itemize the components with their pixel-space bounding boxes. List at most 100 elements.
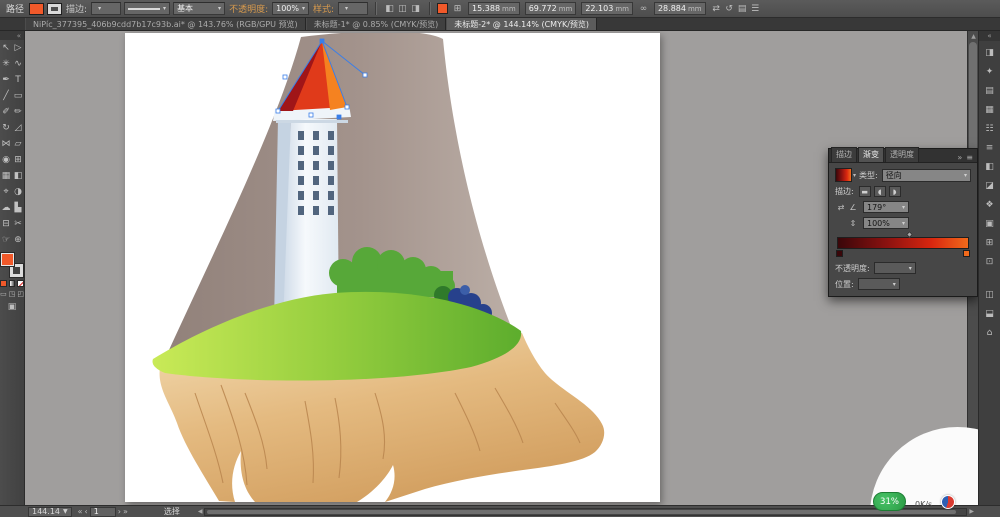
align-icon[interactable]: ◧ [383, 2, 396, 15]
perspective-grid-tool[interactable]: ⊞ [12, 152, 24, 168]
hand-tool[interactable]: ☞ [0, 232, 12, 248]
gradient-stroke-option-icon[interactable]: ◖ [874, 186, 886, 197]
toolbar-collapse-icon[interactable]: « [0, 31, 24, 40]
style-dropdown[interactable]: ▾ [338, 2, 368, 15]
panel-menu-icon[interactable]: ≡ [966, 153, 973, 162]
draw-mode-icon[interactable]: ◰ [17, 290, 24, 298]
scale-tool[interactable]: ◿ [12, 120, 24, 136]
color-guide-panel-icon[interactable]: ✦ [982, 64, 998, 79]
eyedropper-tool[interactable]: ⌖ [0, 184, 12, 200]
variable-width-dropdown[interactable]: ▾ [124, 2, 170, 15]
gradient-stop-start[interactable] [836, 250, 843, 257]
document-setup-icon[interactable]: ⊞ [451, 2, 464, 15]
y-position-field[interactable]: 69.772mm [525, 2, 577, 15]
blend-tool[interactable]: ◑ [12, 184, 24, 200]
stroke-weight-label[interactable]: 描边: [66, 2, 87, 15]
stroke-panel-icon[interactable]: ≡ [982, 140, 998, 155]
info-panel-icon[interactable]: ⌂ [982, 325, 998, 340]
mesh-tool[interactable]: ▦ [0, 168, 12, 184]
stop-opacity-field[interactable]: ▾ [874, 262, 916, 274]
gradient-stop-end[interactable] [963, 250, 970, 257]
selection-tool[interactable]: ↖ [0, 40, 12, 56]
line-segment-tool[interactable]: ╱ [0, 88, 12, 104]
opacity-label[interactable]: 不透明度: [229, 2, 268, 15]
rectangle-tool[interactable]: ▭ [12, 88, 24, 104]
magic-wand-tool[interactable]: ✳ [0, 56, 12, 72]
fill-color-swatch[interactable] [29, 3, 44, 15]
control-bar-icon[interactable]: ↺ [723, 2, 736, 15]
tab-gradient[interactable]: 渐变 [858, 147, 884, 162]
gradient-bar[interactable] [837, 237, 969, 249]
shape-builder-tool[interactable]: ◉ [0, 152, 12, 168]
align-icon[interactable]: ◨ [409, 2, 422, 15]
width-tool[interactable]: ⋈ [0, 136, 12, 152]
tab-stroke[interactable]: 描边 [831, 147, 857, 162]
screen-mode-button[interactable]: ▣ [0, 302, 24, 312]
swatches-panel-icon[interactable]: ▤ [982, 83, 998, 98]
document-tab[interactable]: 未标题-2* @ 144.14% (CMYK/预览) [446, 18, 597, 30]
expand-panels-icon[interactable]: « [979, 31, 1000, 41]
scroll-right-icon[interactable]: ▶ [969, 508, 974, 515]
tab-transparency[interactable]: 透明度 [885, 147, 919, 162]
control-bar-icon[interactable]: ☰ [749, 2, 762, 15]
pencil-tool[interactable]: ✏ [12, 104, 24, 120]
panel-collapse-icon[interactable]: » [957, 153, 962, 162]
previous-artboard-button[interactable]: ‹ [85, 507, 88, 516]
zoom-tool[interactable]: ⊕ [12, 232, 24, 248]
gradient-slider[interactable] [837, 237, 969, 249]
scroll-left-icon[interactable]: ◀ [198, 508, 203, 515]
last-artboard-button[interactable]: » [123, 507, 128, 516]
pathfinder-panel-icon[interactable]: ⬓ [982, 306, 998, 321]
paintbrush-tool[interactable]: ✐ [0, 104, 12, 120]
align-panel-icon[interactable]: ◫ [982, 287, 998, 302]
gradient-angle-field[interactable]: 179°▾ [863, 201, 909, 213]
symbols-panel-icon[interactable]: ☷ [982, 121, 998, 136]
reverse-gradient-icon[interactable]: ⇄ [835, 203, 847, 212]
transparency-panel-icon[interactable]: ◪ [982, 178, 998, 193]
style-label[interactable]: 样式: [313, 2, 334, 15]
pen-tool[interactable]: ✒ [0, 72, 12, 88]
gradient-stroke-option-icon[interactable]: ▬ [859, 186, 871, 197]
color-panel-icon[interactable]: ◨ [982, 45, 998, 60]
direct-selection-tool[interactable]: ▷ [12, 40, 24, 56]
x-position-field[interactable]: 15.388mm [468, 2, 520, 15]
lasso-tool[interactable]: ∿ [12, 56, 24, 72]
link-dimensions-icon[interactable]: ∞ [637, 2, 650, 15]
draw-mode-icon[interactable]: ◳ [9, 290, 16, 298]
width-field[interactable]: 22.103mm [581, 2, 633, 15]
scroll-up-icon[interactable]: ▲ [968, 31, 978, 41]
free-transform-tool[interactable]: ▱ [12, 136, 24, 152]
zoom-level-dropdown[interactable]: 144.14▼ [28, 507, 72, 517]
appearance-panel-icon[interactable]: ❖ [982, 197, 998, 212]
aspect-ratio-field[interactable]: 100%▾ [863, 217, 909, 229]
opacity-field[interactable]: 100%▾ [272, 2, 309, 15]
next-artboard-button[interactable]: › [118, 507, 121, 516]
rotate-tool[interactable]: ↻ [0, 120, 12, 136]
control-bar-icon[interactable]: ⇄ [710, 2, 723, 15]
height-field[interactable]: 28.884mm [654, 2, 706, 15]
gradient-type-dropdown[interactable]: 径向▾ [882, 169, 971, 182]
slice-tool[interactable]: ✂ [12, 216, 24, 232]
toolbar-fill-swatch[interactable] [1, 253, 14, 266]
canvas[interactable]: ▲ ▼ 描边 渐变 透明度 » ≡ ▾ 类型: [25, 31, 978, 505]
document-tab[interactable]: 未标题-1* @ 0.85% (CMYK/预览) [306, 18, 447, 30]
horizontal-scroll-thumb[interactable] [207, 510, 956, 514]
none-mode-button[interactable] [17, 280, 24, 287]
document-tab[interactable]: NiPíc_377395_406b9cdd7b17c93b.ai* @ 143.… [25, 18, 306, 30]
control-bar-icon[interactable]: ▤ [736, 2, 749, 15]
stroke-weight-field[interactable]: ▾ [91, 2, 121, 15]
vertical-scroll-thumb[interactable] [969, 42, 977, 160]
gradient-stroke-option-icon[interactable]: ◗ [889, 186, 901, 197]
stroke-color-swatch[interactable] [47, 3, 62, 15]
artboard[interactable] [125, 33, 660, 502]
type-tool[interactable]: T [12, 72, 24, 88]
artboard-number-field[interactable]: 1 [90, 507, 116, 517]
artboards-panel-icon[interactable]: ⊡ [982, 254, 998, 269]
column-graph-tool[interactable]: ▙ [12, 200, 24, 216]
gradient-panel-icon[interactable]: ◧ [982, 159, 998, 174]
gradient-thumbnail[interactable] [835, 168, 852, 182]
gradient-tool[interactable]: ◧ [12, 168, 24, 184]
draw-mode-icon[interactable]: ▭ [0, 290, 7, 298]
stop-location-field[interactable]: ▾ [858, 278, 900, 290]
gradient-preset-dropdown-icon[interactable]: ▾ [853, 172, 856, 179]
